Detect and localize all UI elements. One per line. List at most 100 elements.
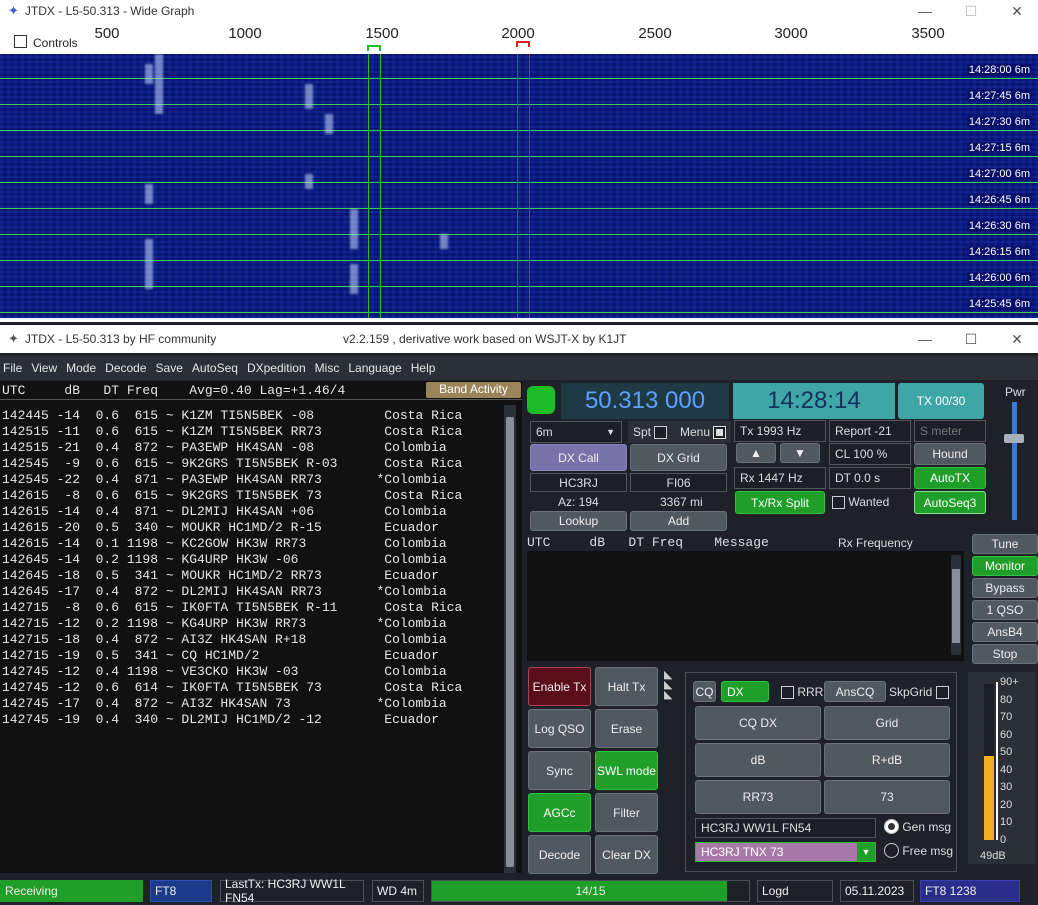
decode-row[interactable]: 142445 -14 0.6 615 ~ K1ZM TI5N5BEK -08 C… [2, 408, 462, 423]
tx-period-button[interactable]: TX 00/30 [898, 383, 984, 419]
autoseq3-button[interactable]: AutoSeq3 [914, 491, 986, 514]
tab-arrows-icon[interactable]: ◣ ◣ ◣ [664, 670, 672, 701]
grid-button[interactable]: Grid [824, 706, 950, 740]
menu-mode[interactable]: Mode [66, 361, 96, 375]
monitor-button[interactable]: Monitor [972, 556, 1038, 576]
tx-rx-split-button[interactable]: Tx/Rx Split [735, 491, 825, 514]
decode-button[interactable]: Decode [528, 835, 591, 874]
menu-box[interactable] [713, 425, 727, 439]
decode-row[interactable]: 142745 -12 0.6 614 ~ IK0FTA TI5N5BEK 73 … [2, 680, 462, 695]
rx-scrollbar[interactable] [951, 555, 961, 655]
log-qso-button[interactable]: Log QSO [528, 709, 591, 748]
menu-language[interactable]: Language [348, 361, 401, 375]
clear-dx-button[interactable]: Clear DX [595, 835, 658, 874]
wanted-box[interactable] [832, 496, 845, 510]
decode-row[interactable]: 142645 -14 0.2 1198 ~ KG4URP HK3W -06 Co… [2, 552, 447, 567]
scrollbar-thumb[interactable] [506, 417, 514, 867]
decode-row[interactable]: 142745 -12 0.4 1198 ~ VE3CKO HK3W -03 Co… [2, 664, 447, 679]
maximize-icon[interactable]: ☐ [948, 325, 994, 353]
menu-view[interactable]: View [31, 361, 57, 375]
skpgrid-checkbox[interactable]: SkpGrid [889, 685, 949, 700]
dx-call-button[interactable]: DX Call [530, 444, 627, 471]
rrr-checkbox[interactable]: RRR [781, 685, 823, 700]
decode-row[interactable]: 142745 -17 0.4 872 ~ AI3Z HK4SAN 73 *Col… [2, 696, 447, 711]
sync-button[interactable]: Sync [528, 751, 591, 790]
report-spin[interactable]: Report -21 [829, 420, 911, 442]
menu-dxpedition[interactable]: DXpedition [247, 361, 306, 375]
enable-tx-button[interactable]: Enable Tx [528, 667, 591, 706]
autotx-button[interactable]: AutoTX [914, 467, 986, 489]
close-icon[interactable]: ✕ [994, 0, 1038, 22]
menu-checkbox[interactable]: Menu [676, 421, 731, 443]
menu-help[interactable]: Help [411, 361, 436, 375]
free-msg-radio-dot[interactable] [884, 843, 899, 858]
decode-row[interactable]: 142715 -18 0.4 872 ~ AI3Z HK4SAN R+18 Co… [2, 632, 447, 647]
waterfall[interactable]: 14:28:00 6m 14:27:45 6m 14:27:30 6m 14:27:1… [0, 54, 1038, 318]
agcc-button[interactable]: AGCc [528, 793, 591, 832]
dx-grid-button[interactable]: DX Grid [630, 444, 727, 471]
erase-button[interactable]: Erase [595, 709, 658, 748]
gen-msg-radio[interactable]: Gen msg [884, 819, 951, 834]
rr73-button[interactable]: RR73 [695, 780, 821, 814]
gen-msg-radio-dot[interactable] [884, 819, 899, 834]
scrollbar-thumb[interactable] [952, 569, 960, 643]
lookup-button[interactable]: Lookup [530, 511, 627, 531]
decode-row[interactable]: 142715 -12 0.2 1198 ~ KG4URP HK3W RR73 *… [2, 616, 447, 631]
tune-button[interactable]: Tune [972, 534, 1038, 554]
tx-frequency-spin[interactable]: Tx 1993 Hz [734, 420, 826, 442]
power-slider-track[interactable] [1012, 402, 1017, 520]
decode-row[interactable]: 142715 -19 0.5 341 ~ CQ HC1MD/2 Ecuador [2, 648, 439, 663]
decode-row[interactable]: 142545 -9 0.6 615 ~ 9K2GRS TI5N5BEK R-03… [2, 456, 462, 471]
band-activity-pane[interactable]: UTC dB DT Freq Avg=0.40 Lag=+1.46/4 Band… [0, 381, 522, 873]
decode-row[interactable]: 142515 -21 0.4 872 ~ PA3EWP HK4SAN -08 C… [2, 440, 447, 455]
power-slider-handle[interactable] [1004, 434, 1024, 443]
swl-mode-button[interactable]: SWL mode [595, 751, 658, 790]
ansb4-button[interactable]: AnsB4 [972, 622, 1038, 642]
decode-row[interactable]: 142645 -18 0.5 341 ~ MOUKR HC1MD/2 RR73 … [2, 568, 439, 583]
decode-row[interactable]: 142615 -14 0.1 1198 ~ KC2GOW HK3W RR73 C… [2, 536, 447, 551]
decode-row[interactable]: 142545 -22 0.4 871 ~ PA3EWP HK4SAN RR73 … [2, 472, 447, 487]
decode-row[interactable]: 142615 -8 0.6 615 ~ 9K2GRS TI5N5BEK 73 C… [2, 488, 462, 503]
cq-dx-button[interactable]: CQ DX [695, 706, 821, 740]
decode-row[interactable]: 142515 -11 0.6 615 ~ K1ZM TI5N5BEK RR73 … [2, 424, 462, 439]
add-button[interactable]: Add [630, 511, 727, 531]
frequency-ruler[interactable]: Controls 500 1000 1500 2000 2500 3000 35… [0, 25, 1038, 54]
rx-frequency-pane[interactable] [527, 551, 964, 661]
decode-scrollbar[interactable] [504, 405, 516, 873]
freq-up-button[interactable]: ▲ [736, 443, 776, 463]
freq-down-button[interactable]: ▼ [780, 443, 820, 463]
stop-button[interactable]: Stop [972, 644, 1038, 664]
seventy-three-button[interactable]: 73 [824, 780, 950, 814]
decode-row[interactable]: 142745 -19 0.4 340 ~ DL2MIJ HC1MD/2 -12 … [2, 712, 439, 727]
decode-row[interactable]: 142615 -20 0.5 340 ~ MOUKR HC1MD/2 R-15 … [2, 520, 439, 535]
decode-row[interactable]: 142615 -14 0.4 871 ~ DL2MIJ HK4SAN +06 C… [2, 504, 447, 519]
decode-row[interactable]: 142715 -8 0.6 615 ~ IK0FTA TI5N5BEK R-11… [2, 600, 462, 615]
free-msg-radio[interactable]: Free msg [884, 843, 953, 858]
skpgrid-box[interactable] [935, 686, 949, 700]
spt-box[interactable] [654, 425, 668, 439]
filter-button[interactable]: Filter [595, 793, 658, 832]
controls-checkbox[interactable] [14, 34, 27, 49]
anscq-button[interactable]: AnsCQ [824, 681, 886, 702]
cl-spin[interactable]: CL 100 % [829, 443, 911, 465]
menu-save[interactable]: Save [156, 361, 183, 375]
menu-misc[interactable]: Misc [315, 361, 340, 375]
spt-checkbox[interactable]: Spt [628, 421, 676, 443]
dt-spin[interactable]: DT 0.0 s [829, 467, 911, 489]
bypass-button[interactable]: Bypass [972, 578, 1038, 598]
dx-button[interactable]: DX [721, 681, 769, 702]
minimize-icon[interactable]: — [902, 0, 948, 22]
r-db-button[interactable]: R+dB [824, 743, 950, 777]
close-icon[interactable]: ✕ [994, 325, 1038, 353]
menu-decode[interactable]: Decode [105, 361, 146, 375]
one-qso-button[interactable]: 1 QSO [972, 600, 1038, 620]
menu-autoseq[interactable]: AutoSeq [192, 361, 238, 375]
hound-button[interactable]: Hound [914, 443, 986, 465]
minimize-icon[interactable]: — [902, 325, 948, 353]
cq-button[interactable]: CQ [693, 681, 716, 702]
gen-msg-field[interactable]: HC3RJ WW1L FN54 [695, 818, 876, 838]
dx-grid-field[interactable]: FI06 [630, 473, 727, 492]
db-button[interactable]: dB [695, 743, 821, 777]
wanted-checkbox[interactable]: Wanted [832, 495, 889, 510]
rrr-box[interactable] [781, 686, 794, 700]
